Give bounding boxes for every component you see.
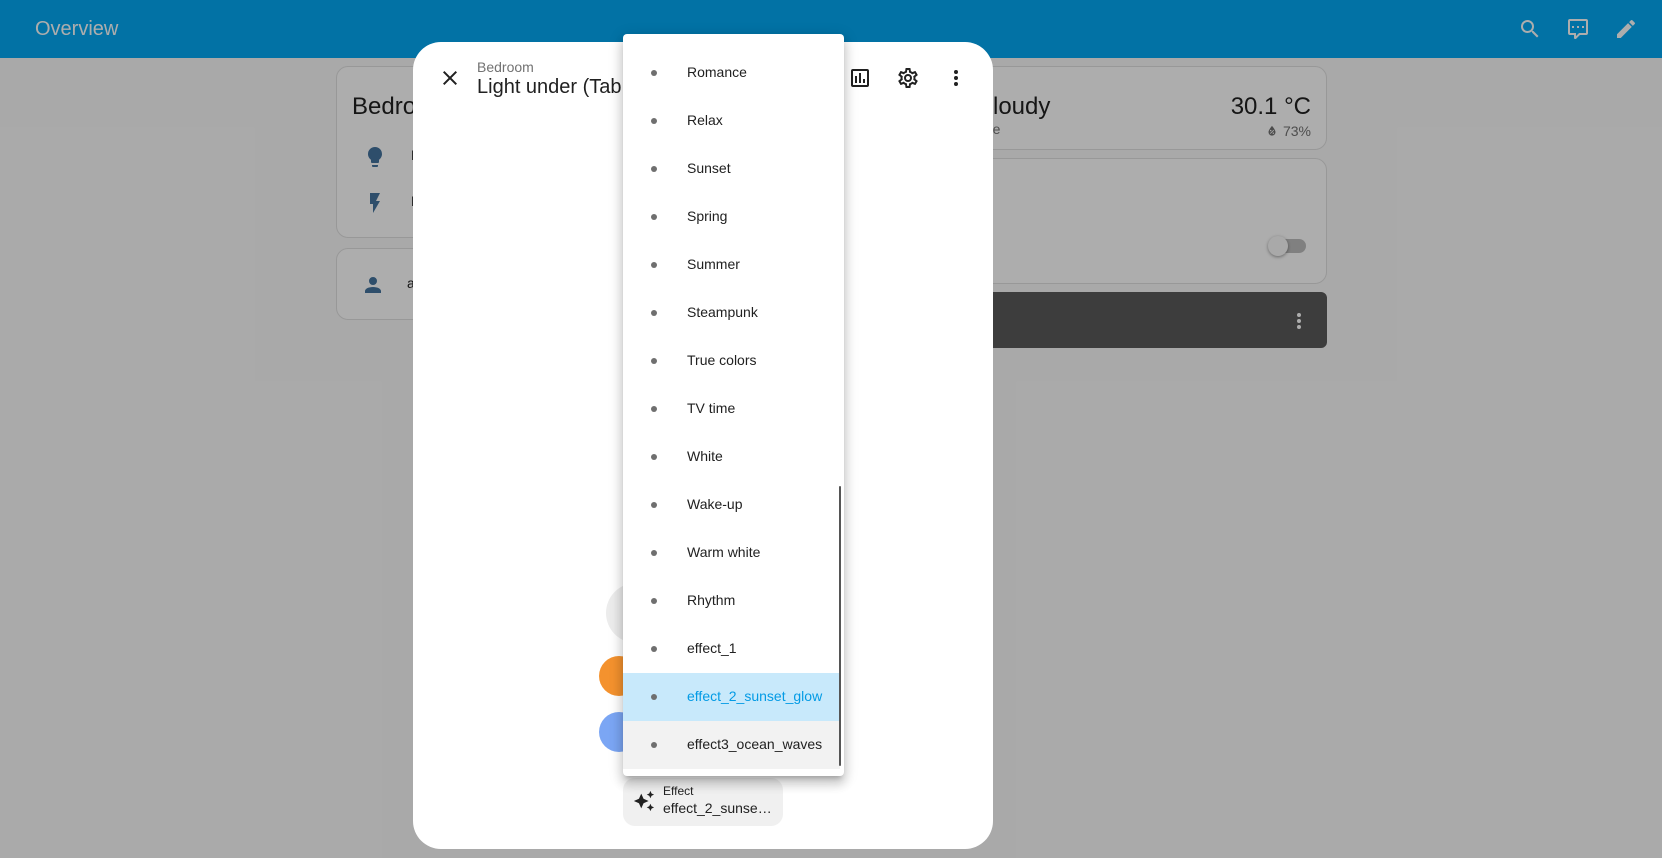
bullet-icon	[651, 406, 657, 412]
bullet-icon	[651, 70, 657, 76]
bullet-icon	[651, 454, 657, 460]
effect-option[interactable]: Relax	[623, 97, 840, 145]
bullet-icon	[651, 742, 657, 748]
bullet-icon	[651, 214, 657, 220]
effect-dropdown-menu: Romance Relax Sunset Spring Summer Steam…	[623, 34, 844, 776]
effect-option-hovered[interactable]: effect3_ocean_waves	[623, 721, 840, 769]
effect-option[interactable]: effect_1	[623, 625, 840, 673]
effect-option-label: effect_2_sunset_glow	[687, 688, 823, 704]
bullet-icon	[651, 550, 657, 556]
creation-icon	[633, 790, 655, 812]
bullet-icon	[651, 598, 657, 604]
effect-option[interactable]: Sunset	[623, 145, 840, 193]
effect-option-label: Warm white	[687, 544, 761, 560]
effect-value: effect_2_sunse…	[663, 800, 772, 816]
effect-option-selected[interactable]: effect_2_sunset_glow	[623, 673, 840, 721]
effect-option[interactable]: TV time	[623, 385, 840, 433]
cog-icon[interactable]	[896, 66, 920, 90]
bullet-icon	[651, 646, 657, 652]
effect-option[interactable]: Warm white	[623, 529, 840, 577]
effect-option[interactable]: True colors	[623, 337, 840, 385]
effect-option-label: Steampunk	[687, 304, 758, 320]
effect-option-label: True colors	[687, 352, 757, 368]
menu-scrollbar[interactable]	[839, 486, 841, 766]
effect-option-label: Summer	[687, 256, 740, 272]
bullet-icon	[651, 166, 657, 172]
effect-option[interactable]: Summer	[623, 241, 840, 289]
effect-label: Effect	[663, 784, 694, 798]
effect-option-label: White	[687, 448, 723, 464]
bullet-icon	[651, 262, 657, 268]
effect-list: Romance Relax Sunset Spring Summer Steam…	[623, 49, 840, 769]
effect-option-label: Rhythm	[687, 592, 736, 608]
effect-option-label: effect_1	[687, 640, 737, 656]
dialog-title: Light under (Tab	[477, 76, 622, 98]
effect-option[interactable]: Rhythm	[623, 577, 840, 625]
effect-option-label: Sunset	[687, 160, 731, 176]
effect-option[interactable]: Romance	[623, 49, 840, 97]
bullet-icon	[651, 694, 657, 700]
effect-option-label: Relax	[687, 112, 723, 128]
dots-vertical-icon[interactable]	[944, 66, 968, 90]
effect-option-label: Romance	[687, 64, 747, 80]
effect-option-label: Spring	[687, 208, 728, 224]
dialog-breadcrumb: Bedroom	[477, 59, 534, 75]
effect-option-label: TV time	[687, 400, 736, 416]
bullet-icon	[651, 118, 657, 124]
effect-option[interactable]: Steampunk	[623, 289, 840, 337]
chart-icon[interactable]	[848, 66, 872, 90]
effect-option[interactable]: Wake-up	[623, 481, 840, 529]
effect-option-label: effect3_ocean_waves	[687, 736, 823, 752]
close-icon[interactable]	[438, 66, 462, 90]
effect-option-label: Wake-up	[687, 496, 743, 512]
effect-option[interactable]: Spring	[623, 193, 840, 241]
bullet-icon	[651, 502, 657, 508]
bullet-icon	[651, 310, 657, 316]
effect-option[interactable]: White	[623, 433, 840, 481]
bullet-icon	[651, 358, 657, 364]
effect-select-button[interactable]: Effect effect_2_sunse…	[623, 778, 783, 826]
